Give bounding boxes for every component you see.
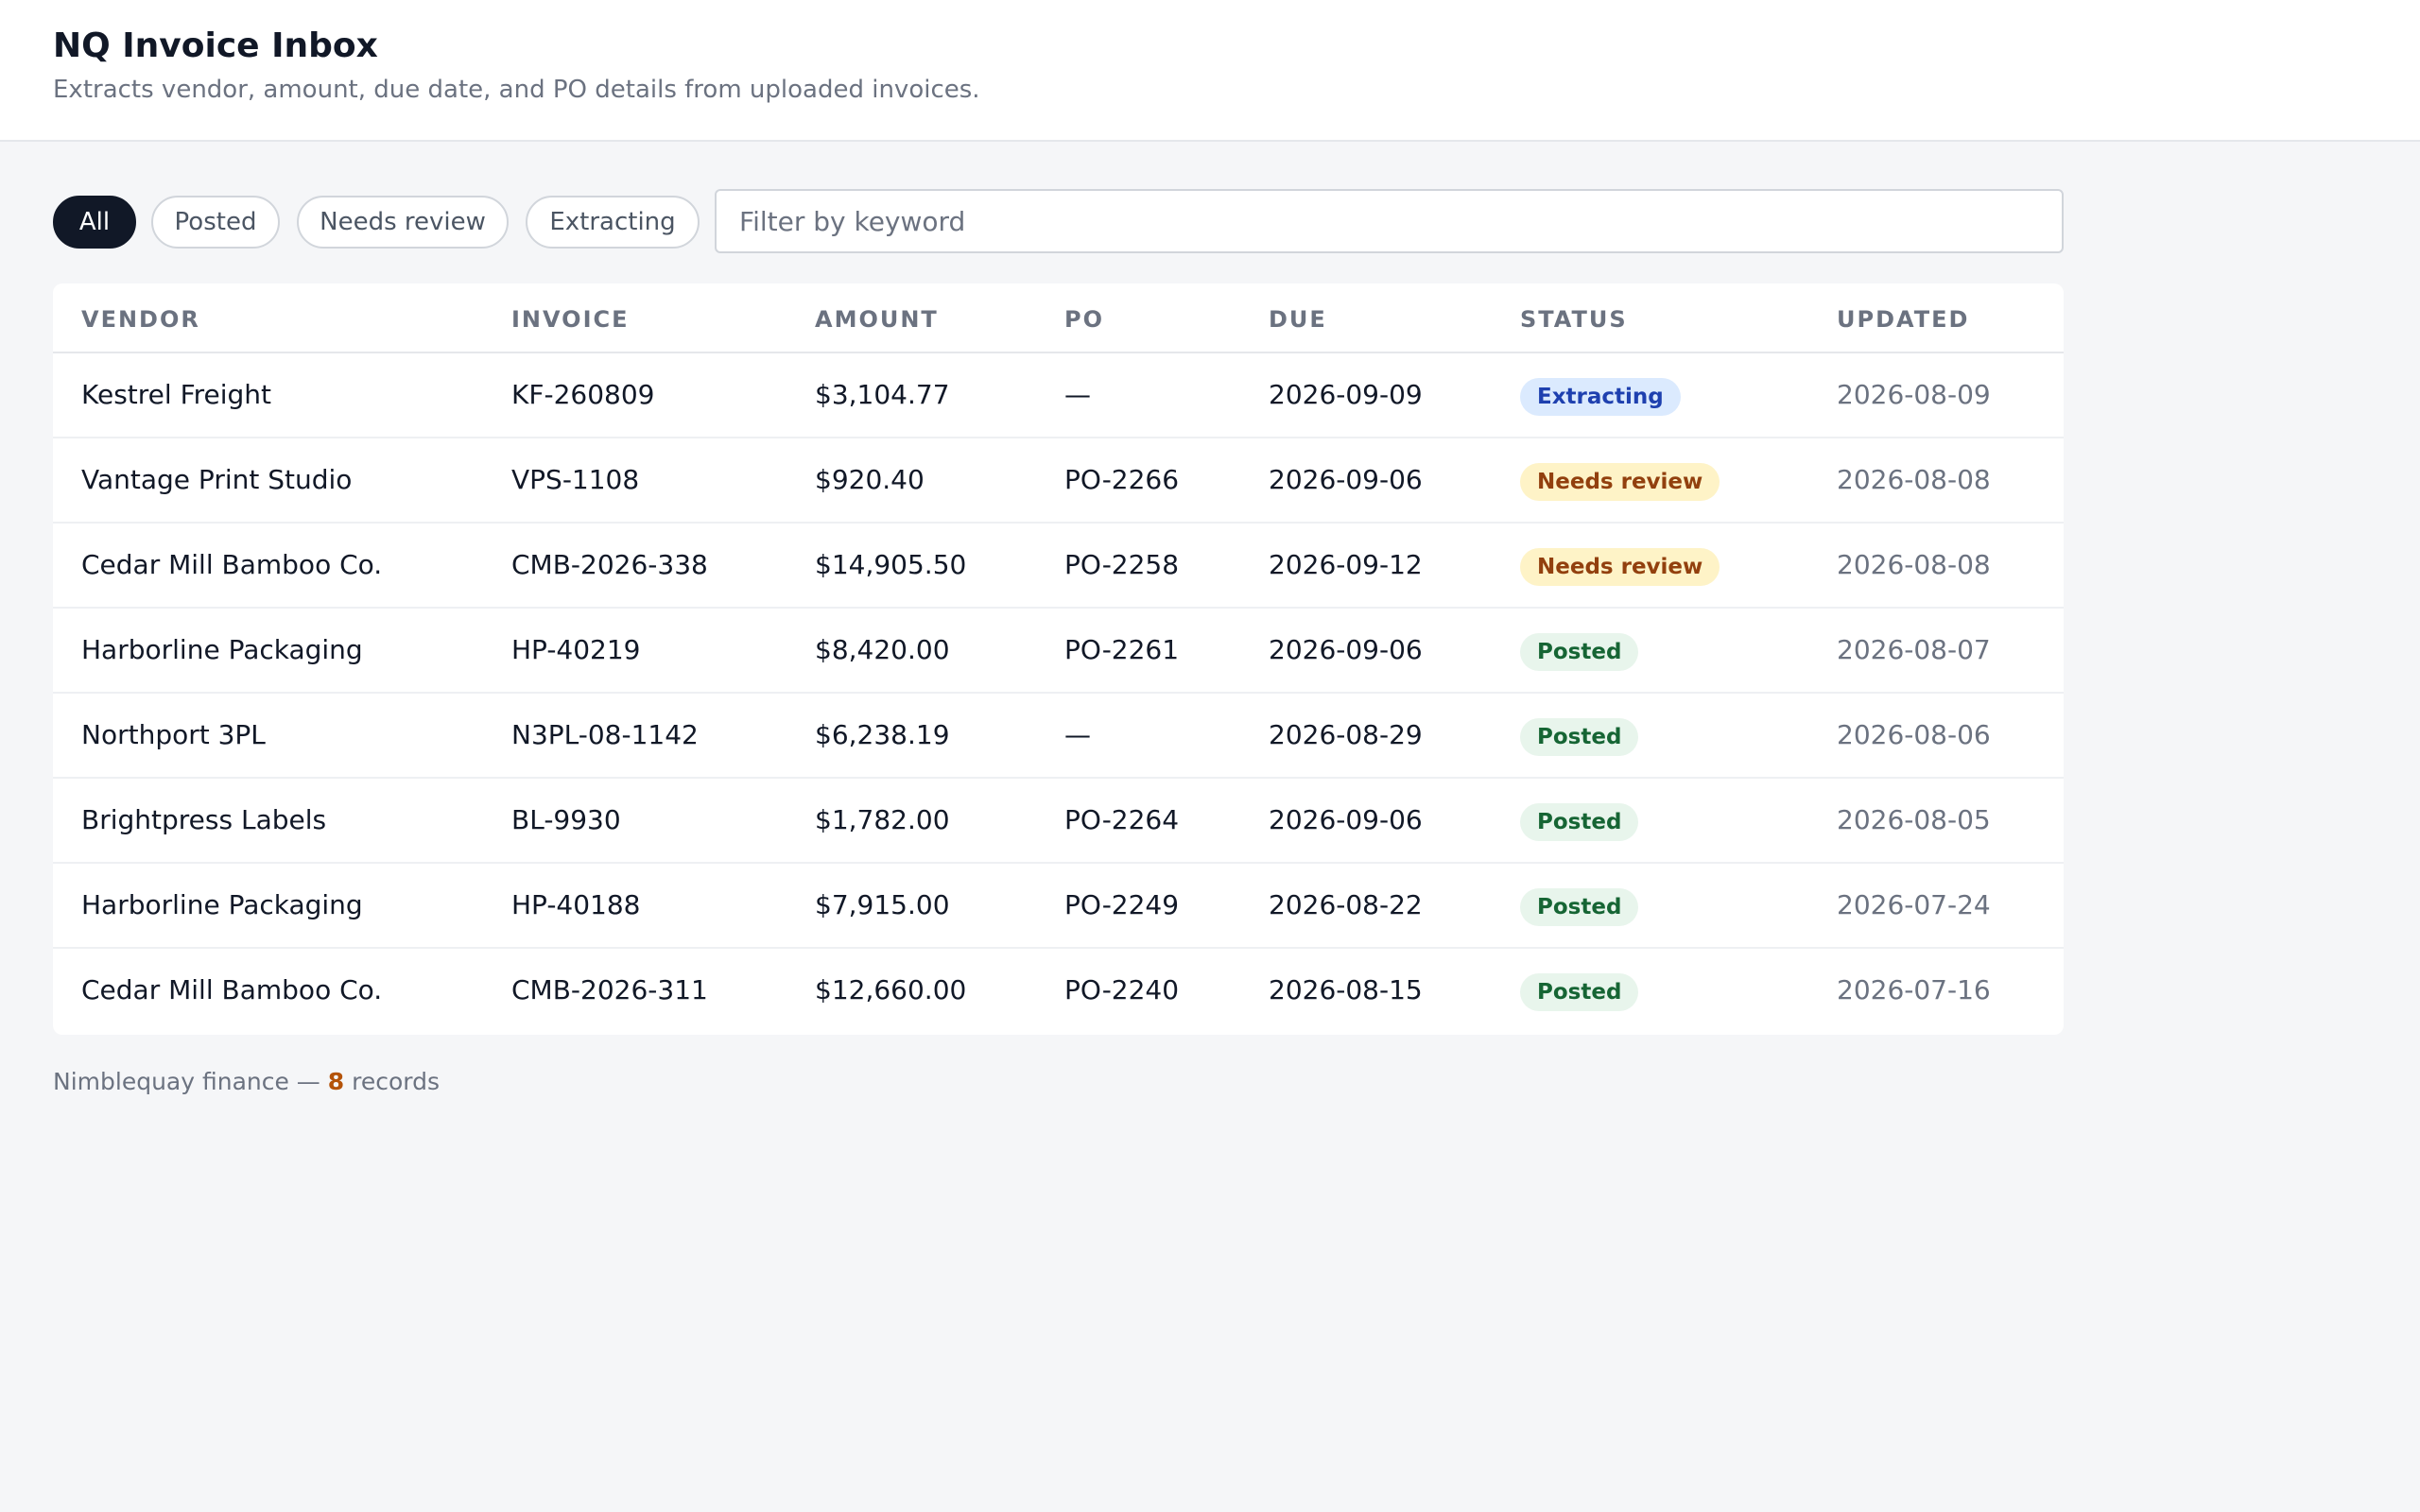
invoice-table: VENDOR INVOICE AMOUNT PO DUE STATUS UPDA…: [53, 284, 2064, 1035]
updated-cell: 2026-08-05: [1837, 804, 1991, 835]
invoice-cell: BL-9930: [511, 804, 621, 835]
updated-cell: 2026-08-07: [1837, 634, 1991, 665]
updated-cell: 2026-08-09: [1837, 379, 1991, 410]
filter-pill-needs-review[interactable]: Needs review: [297, 196, 509, 249]
page-title: NQ Invoice Inbox: [53, 26, 378, 65]
table-row[interactable]: Northport 3PL N3PL-08-1142 $6,238.19 — 2…: [53, 694, 2064, 779]
filter-pill-extracting[interactable]: Extracting: [526, 196, 700, 249]
invoice-cell: CMB-2026-338: [511, 549, 708, 580]
status-badge: Posted: [1520, 803, 1639, 841]
due-cell: 2026-09-09: [1269, 379, 1423, 410]
vendor-cell: Kestrel Freight: [81, 379, 272, 410]
table-row[interactable]: Cedar Mill Bamboo Co. CMB-2026-338 $14,9…: [53, 524, 2064, 609]
amount-cell: $12,660.00: [815, 974, 967, 1005]
column-header-status[interactable]: STATUS: [1520, 306, 1628, 333]
amount-cell: $8,420.00: [815, 634, 950, 665]
updated-cell: 2026-08-08: [1837, 464, 1991, 495]
column-header-vendor[interactable]: VENDOR: [81, 306, 200, 333]
column-header-po[interactable]: PO: [1064, 306, 1104, 333]
page-subtitle: Extracts vendor, amount, due date, and P…: [53, 76, 980, 104]
table-row[interactable]: Cedar Mill Bamboo Co. CMB-2026-311 $12,6…: [53, 949, 2064, 1034]
due-cell: 2026-09-12: [1269, 549, 1423, 580]
table-row[interactable]: Vantage Print Studio VPS-1108 $920.40 PO…: [53, 438, 2064, 524]
po-cell: PO-2266: [1064, 464, 1180, 495]
invoice-cell: CMB-2026-311: [511, 974, 708, 1005]
vendor-cell: Cedar Mill Bamboo Co.: [81, 549, 383, 580]
status-badge: Posted: [1520, 718, 1639, 756]
table-row[interactable]: Brightpress Labels BL-9930 $1,782.00 PO-…: [53, 779, 2064, 864]
filter-pill-all[interactable]: All: [53, 196, 136, 249]
table-row[interactable]: Harborline Packaging HP-40219 $8,420.00 …: [53, 609, 2064, 694]
status-badge: Needs review: [1520, 548, 1720, 586]
record-count-footer: Nimblequay finance — 8 records: [53, 1068, 440, 1095]
amount-cell: $1,782.00: [815, 804, 950, 835]
vendor-cell: Brightpress Labels: [81, 804, 327, 835]
invoice-cell: VPS-1108: [511, 464, 640, 495]
column-header-updated[interactable]: UPDATED: [1837, 306, 1969, 333]
footer-prefix: Nimblequay finance —: [53, 1068, 328, 1095]
status-badge: Posted: [1520, 633, 1639, 671]
column-header-due[interactable]: DUE: [1269, 306, 1327, 333]
status-badge: Needs review: [1520, 463, 1720, 501]
po-cell: —: [1064, 379, 1091, 410]
updated-cell: 2026-07-24: [1837, 889, 1991, 920]
po-cell: PO-2249: [1064, 889, 1180, 920]
search-input[interactable]: [715, 189, 2064, 253]
invoice-cell: KF-260809: [511, 379, 655, 410]
vendor-cell: Cedar Mill Bamboo Co.: [81, 974, 383, 1005]
due-cell: 2026-09-06: [1269, 464, 1423, 495]
table-row[interactable]: Kestrel Freight KF-260809 $3,104.77 — 20…: [53, 353, 2064, 438]
footer-suffix: records: [344, 1068, 440, 1095]
invoice-cell: N3PL-08-1142: [511, 719, 699, 750]
page-header: NQ Invoice Inbox Extracts vendor, amount…: [0, 0, 2420, 142]
amount-cell: $6,238.19: [815, 719, 950, 750]
column-header-invoice[interactable]: INVOICE: [511, 306, 630, 333]
filter-pill-posted[interactable]: Posted: [151, 196, 280, 249]
vendor-cell: Vantage Print Studio: [81, 464, 353, 495]
status-badge: Posted: [1520, 973, 1639, 1011]
record-count: 8: [327, 1068, 345, 1095]
amount-cell: $920.40: [815, 464, 925, 495]
po-cell: PO-2264: [1064, 804, 1180, 835]
status-badge: Posted: [1520, 888, 1639, 926]
po-cell: PO-2240: [1064, 974, 1180, 1005]
due-cell: 2026-09-06: [1269, 634, 1423, 665]
po-cell: PO-2258: [1064, 549, 1180, 580]
po-cell: —: [1064, 719, 1091, 750]
vendor-cell: Northport 3PL: [81, 719, 266, 750]
updated-cell: 2026-08-06: [1837, 719, 1991, 750]
due-cell: 2026-08-22: [1269, 889, 1423, 920]
table-row[interactable]: Harborline Packaging HP-40188 $7,915.00 …: [53, 864, 2064, 949]
due-cell: 2026-08-29: [1269, 719, 1423, 750]
updated-cell: 2026-08-08: [1837, 549, 1991, 580]
table-header: VENDOR INVOICE AMOUNT PO DUE STATUS UPDA…: [53, 284, 2064, 353]
vendor-cell: Harborline Packaging: [81, 889, 363, 920]
amount-cell: $3,104.77: [815, 379, 950, 410]
column-header-amount[interactable]: AMOUNT: [815, 306, 939, 333]
updated-cell: 2026-07-16: [1837, 974, 1991, 1005]
due-cell: 2026-09-06: [1269, 804, 1423, 835]
amount-cell: $14,905.50: [815, 549, 967, 580]
due-cell: 2026-08-15: [1269, 974, 1423, 1005]
invoice-cell: HP-40188: [511, 889, 641, 920]
status-badge: Extracting: [1520, 378, 1681, 416]
invoice-cell: HP-40219: [511, 634, 641, 665]
vendor-cell: Harborline Packaging: [81, 634, 363, 665]
amount-cell: $7,915.00: [815, 889, 950, 920]
po-cell: PO-2261: [1064, 634, 1180, 665]
